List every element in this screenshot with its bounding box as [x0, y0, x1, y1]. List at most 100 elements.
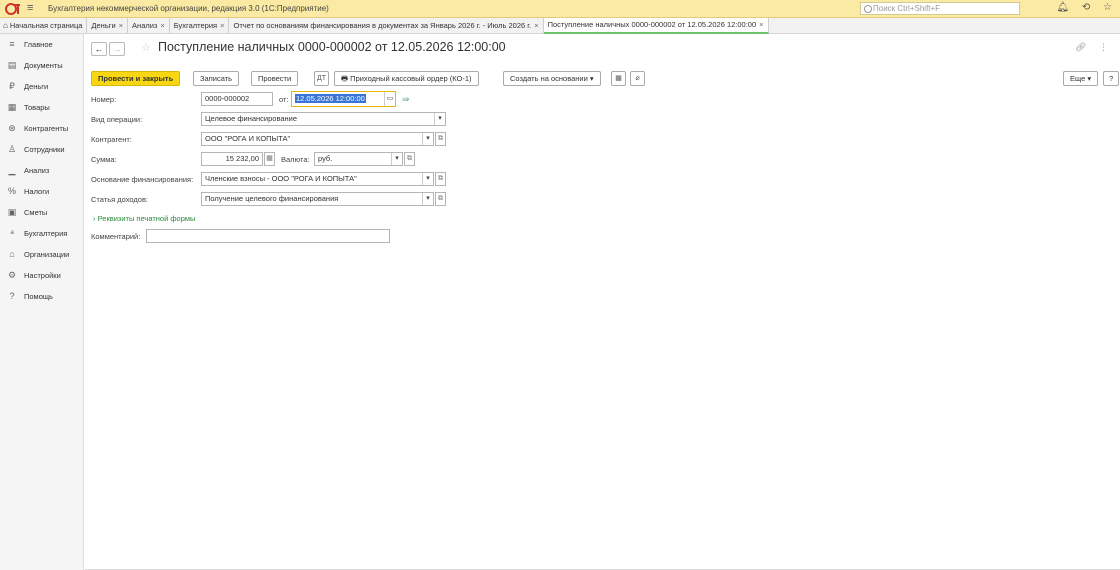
currency-select[interactable]: руб. ▾	[314, 152, 403, 166]
main-menu-icon[interactable]: ≡	[27, 3, 33, 14]
sidebar-item-label: Бухгалтерия	[24, 229, 68, 238]
percent-icon: %	[7, 186, 16, 196]
favorite-star-icon[interactable]: ☆	[141, 41, 151, 54]
open-icon[interactable]: ⧉	[404, 152, 415, 166]
sidebar-item-taxes[interactable]: % Налоги	[0, 181, 83, 202]
arrow-right-icon: →	[112, 44, 122, 54]
date-field[interactable]: 12.05.2026 12:00:00 ▭	[291, 91, 396, 107]
paperclip-icon[interactable]: ⌀	[630, 71, 645, 86]
sidebar-item-estimates[interactable]: ▣ Сметы	[0, 202, 83, 223]
tab-accounting[interactable]: Бухгалтерия ×	[170, 18, 230, 33]
sidebar-item-counterparties[interactable]: ⊛ Контрагенты	[0, 118, 83, 139]
sidebar-item-main[interactable]: ≡ Главное	[0, 34, 83, 55]
tab-cash-receipt[interactable]: Поступление наличных 0000-000002 от 12.0…	[543, 18, 769, 34]
person-icon: ♙	[7, 144, 17, 154]
sidebar-item-analysis[interactable]: ▁ Анализ	[0, 160, 83, 181]
financing-basis-field[interactable]: Членские взносы - ООО "РОГА И КОПЫТА" ▾	[201, 172, 434, 186]
tab-analysis[interactable]: Анализ ×	[128, 18, 170, 33]
document-form: ← → ☆ Поступление наличных 0000-000002 о…	[85, 34, 1120, 570]
document-icon: ▤	[7, 60, 17, 70]
post-button[interactable]: Провести	[251, 71, 299, 86]
search-icon	[864, 5, 872, 13]
favorites-star-icon[interactable]: ☆	[1103, 2, 1112, 13]
global-search-input[interactable]: Поиск Ctrl+Shift+F	[860, 2, 1020, 15]
print-cash-order-button[interactable]: 🖶︎ Приходный кассовый ордер (КО-1)	[334, 71, 479, 86]
close-icon[interactable]: ×	[119, 21, 123, 30]
more-vertical-icon[interactable]: ⋮	[1099, 42, 1108, 52]
save-button[interactable]: Записать	[193, 71, 240, 86]
sidebar-item-documents[interactable]: ▤ Документы	[0, 55, 83, 76]
forward-button[interactable]: →	[109, 42, 125, 56]
calculator-icon: ▣	[7, 207, 17, 217]
comment-field[interactable]	[146, 229, 390, 243]
sidebar-item-organizations[interactable]: ⌂ Организации	[0, 244, 83, 265]
search-placeholder: Поиск Ctrl+Shift+F	[873, 4, 941, 13]
goods-icon: ▦	[7, 102, 17, 112]
more-button[interactable]: Еще ▾	[1063, 71, 1099, 86]
open-icon[interactable]: ⧉	[435, 132, 446, 146]
sidebar-item-label: Деньги	[24, 82, 49, 91]
close-icon[interactable]: ×	[534, 21, 538, 30]
bell-icon[interactable]: 🔔︎	[1056, 2, 1069, 13]
help-icon: ?	[9, 291, 15, 301]
operation-type-select[interactable]: Целевое финансирование ▾	[201, 112, 446, 126]
counterparty-label: Контрагент:	[91, 135, 132, 144]
counterparty-field[interactable]: ООО "РОГА И КОПЫТА" ▾	[201, 132, 434, 146]
income-item-field[interactable]: Получение целевого финансирования ▾	[201, 192, 434, 206]
open-icon[interactable]: ⧉	[435, 192, 446, 206]
amount-label: Сумма:	[91, 155, 117, 164]
financing-basis-label: Основание финансирования:	[91, 175, 194, 184]
income-item-label: Статья доходов:	[91, 195, 149, 204]
sidebar-item-accounting[interactable]: ᵃ Бухгалтерия	[0, 223, 83, 244]
sidebar-item-goods[interactable]: ▦ Товары	[0, 97, 83, 118]
chevron-down-icon[interactable]: ▾	[391, 153, 402, 165]
tab-money[interactable]: Деньги ×	[87, 18, 129, 33]
open-tabs-bar: ⌂ Начальная страница Деньги × Анализ × Бухгалт…	[0, 18, 1120, 34]
help-button[interactable]: ?	[1103, 71, 1120, 86]
tab-label: Деньги	[91, 21, 116, 30]
close-icon[interactable]: ×	[220, 21, 224, 30]
date-fill-icon[interactable]: ⇛	[402, 94, 410, 105]
post-and-close-button[interactable]: Провести и закрыть	[91, 71, 181, 86]
tab-label: Поступление наличных 0000-000002 от 12.0…	[547, 20, 757, 29]
sidebar-item-label: Товары	[24, 103, 50, 112]
print-details-expander[interactable]: › Реквизиты печатной формы	[93, 214, 195, 223]
close-icon[interactable]: ×	[759, 20, 763, 29]
amount-field[interactable]: 15 232,00	[201, 152, 263, 166]
currency-label: Валюта:	[281, 155, 310, 164]
1c-logo-icon[interactable]	[4, 2, 22, 15]
arrow-left-icon: ←	[94, 44, 104, 54]
tab-report[interactable]: Отчет по основаниям финансирования в док…	[229, 18, 544, 33]
chevron-down-icon[interactable]: ▾	[422, 133, 433, 145]
link-icon[interactable]: 🔗︎	[1075, 42, 1086, 52]
home-icon: ⌂	[3, 21, 8, 30]
sidebar-item-label: Анализ	[24, 166, 50, 175]
calculator-icon[interactable]: ▦	[264, 152, 275, 166]
tab-label: Отчет по основаниям финансирования в док…	[233, 21, 532, 30]
building-icon: ⌂	[9, 249, 15, 259]
dt-kt-icon[interactable]: ДТ	[314, 71, 329, 86]
sidebar-item-label: Документы	[24, 61, 63, 70]
back-button[interactable]: ←	[91, 42, 107, 56]
close-icon[interactable]: ×	[160, 21, 164, 30]
history-icon[interactable]: ⟲	[1082, 2, 1090, 13]
sidebar-item-help[interactable]: ? Помощь	[0, 286, 83, 307]
structure-icon[interactable]: ▦	[611, 71, 626, 86]
tab-home[interactable]: ⌂ Начальная страница	[0, 18, 88, 33]
chevron-down-icon[interactable]: ▾	[422, 193, 433, 205]
sidebar-item-label: Сотрудники	[24, 145, 65, 154]
chevron-down-icon[interactable]: ▾	[434, 113, 445, 125]
sidebar-item-settings[interactable]: ⚙ Настройки	[0, 265, 83, 286]
sidebar-item-money[interactable]: ₽ Деньги	[0, 76, 83, 97]
income-item-value: Получение целевого финансирования	[205, 194, 339, 203]
create-based-on-button[interactable]: Создать на основании ▾	[503, 71, 601, 86]
number-field[interactable]: 0000-000002	[201, 92, 273, 106]
chevron-down-icon[interactable]: ▾	[422, 173, 433, 185]
more-label: Еще	[1070, 74, 1086, 83]
tab-label: Бухгалтерия	[173, 21, 218, 30]
sidebar-item-employees[interactable]: ♙ Сотрудники	[0, 139, 83, 160]
sidebar-item-label: Главное	[24, 40, 53, 49]
accounting-icon: ᵃ	[10, 228, 14, 238]
calendar-icon[interactable]: ▭	[384, 92, 395, 106]
open-icon[interactable]: ⧉	[435, 172, 446, 186]
